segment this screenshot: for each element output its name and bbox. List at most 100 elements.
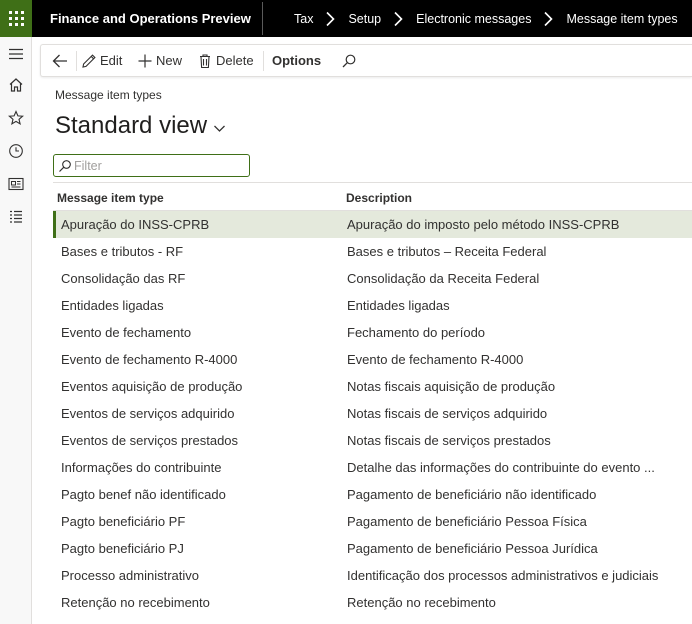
clock-icon (9, 144, 23, 158)
cell-message-item-type: Apuração do INSS-CPRB (61, 217, 210, 232)
message-item-types-grid: Message item type Description Apuração d… (53, 182, 692, 616)
cell-message-item-type: Retenção no recebimento (61, 595, 210, 610)
cell-description: Notas fiscais de serviços prestados (347, 433, 551, 448)
modules-button[interactable] (4, 205, 28, 229)
table-row[interactable]: Eventos de serviços adquirido Notas fisca… (53, 400, 692, 427)
table-row[interactable]: Processo administrativo Identificação dos… (53, 562, 692, 589)
filter-box (53, 154, 250, 177)
hamburger-menu-button[interactable] (4, 42, 28, 66)
favorites-button[interactable] (4, 106, 28, 130)
cell-description: Fechamento do período (347, 325, 486, 340)
new-label: New (156, 53, 183, 68)
action-divider (263, 51, 264, 71)
cell-message-item-type: Consolidação das RF (61, 271, 186, 286)
breadcrumb: Tax Setup Electronic messages Message it… (294, 0, 678, 37)
table-row[interactable]: Eventos de serviços prestados Notas fisca… (53, 427, 692, 454)
home-button[interactable] (4, 73, 28, 97)
chevron-right-icon (394, 11, 403, 26)
table-row[interactable]: Pagto beneficiário PJ Pagamento de benefi… (53, 535, 692, 562)
cell-description: Retenção no recebimento (347, 595, 496, 610)
list-icon (10, 210, 22, 223)
delete-button[interactable]: Delete (197, 45, 254, 76)
pencil-icon (82, 53, 96, 68)
filter-input[interactable] (74, 157, 246, 175)
table-row[interactable]: Pagto beneficiário PF Pagamento de benefi… (53, 508, 692, 535)
search-icon (59, 160, 71, 172)
options-tab[interactable]: Options (272, 45, 321, 76)
table-row[interactable]: Entidades ligadas Entidades ligadas (53, 292, 692, 319)
grid-header: Message item type Description (53, 182, 692, 211)
cell-message-item-type: Pagto benef não identificado (61, 487, 226, 502)
cell-message-item-type: Bases e tributos - RF (61, 244, 184, 259)
table-row[interactable]: Informações do contribuinte Detalhe das i… (53, 454, 692, 481)
new-button[interactable]: New (137, 45, 182, 76)
trash-icon (200, 53, 210, 68)
table-row[interactable]: Evento de fechamento Fechamento do períod… (53, 319, 692, 346)
search-button[interactable] (341, 45, 360, 76)
cell-description: Detalhe das informações do contribuinte … (347, 460, 655, 475)
cell-description: Pagamento de beneficiário Pessoa Jurídic… (347, 541, 598, 556)
app-title[interactable]: Finance and Operations Preview (50, 0, 251, 37)
hamburger-icon (9, 48, 23, 60)
chevron-down-icon (214, 125, 226, 132)
table-row[interactable]: Pagto benef não identificado Pagamento de… (53, 481, 692, 508)
cell-message-item-type: Eventos de serviços prestados (61, 433, 239, 448)
chevron-right-icon (326, 11, 336, 26)
cell-description: Notas fiscais de serviços adquirido (347, 406, 548, 421)
edit-button[interactable]: Edit (81, 45, 122, 76)
cell-description: Evento de fechamento R-4000 (347, 352, 524, 367)
table-row[interactable]: Evento de fechamento R-4000 Evento de fec… (53, 346, 692, 373)
cell-description: Consolidação da Receita Federal (347, 271, 540, 286)
delete-label: Delete (216, 53, 254, 68)
breadcrumb-setup[interactable]: Setup (348, 12, 381, 26)
cell-message-item-type: Processo administrativo (61, 568, 199, 583)
recent-button[interactable] (4, 139, 28, 163)
back-button[interactable] (51, 45, 72, 76)
page-caption: Message item types (55, 88, 162, 102)
search-icon (342, 54, 356, 67)
column-header-description[interactable]: Description (346, 191, 412, 205)
waffle-icon (8, 11, 24, 26)
home-icon (9, 78, 23, 92)
column-header-message-item-type[interactable]: Message item type (57, 191, 164, 205)
table-row[interactable]: Retenção no recebimento Retenção no receb… (53, 589, 692, 616)
cell-description: Pagamento de beneficiário não identifica… (347, 487, 597, 502)
cell-message-item-type: Pagto beneficiário PJ (61, 541, 184, 556)
view-name: Standard view (55, 112, 208, 139)
back-arrow-icon (52, 54, 67, 67)
topbar-divider (262, 2, 263, 35)
cell-message-item-type: Pagto beneficiário PF (61, 514, 186, 529)
cell-message-item-type: Evento de fechamento R-4000 (61, 352, 238, 367)
navigation-rail (0, 37, 32, 624)
breadcrumb-message-item-types[interactable]: Message item types (566, 12, 677, 26)
view-selector[interactable]: Standard view (55, 112, 226, 140)
cell-description: Apuração do imposto pelo método INSS-CPR… (347, 217, 620, 232)
app-launcher-button[interactable] (0, 0, 32, 37)
cell-message-item-type: Eventos aquisição de produção (61, 379, 243, 394)
table-row[interactable]: Consolidação das RF Consolidação da Recei… (53, 265, 692, 292)
cell-description: Notas fiscais aquisição de produção (347, 379, 556, 394)
breadcrumb-electronic-messages[interactable]: Electronic messages (416, 12, 531, 26)
cell-description: Pagamento de beneficiário Pessoa Física (347, 514, 587, 529)
cell-description: Entidades ligadas (347, 298, 450, 313)
action-divider (76, 51, 77, 71)
table-row[interactable]: Bases e tributos - RF Bases e tributos – … (53, 238, 692, 265)
cell-description: Bases e tributos – Receita Federal (347, 244, 547, 259)
grid-body: Apuração do INSS-CPRB Apuração do imposto… (53, 211, 692, 616)
chevron-right-icon (544, 11, 554, 26)
star-icon (8, 110, 24, 126)
workspace-icon (8, 177, 24, 191)
workspaces-button[interactable] (4, 172, 28, 196)
action-pane: Edit New Delete Options (40, 44, 692, 77)
cell-message-item-type: Entidades ligadas (61, 298, 164, 313)
breadcrumb-tax[interactable]: Tax (294, 12, 313, 26)
cell-message-item-type: Informações do contribuinte (61, 460, 222, 475)
cell-message-item-type: Eventos de serviços adquirido (61, 406, 235, 421)
cell-message-item-type: Evento de fechamento (61, 325, 192, 340)
plus-icon (138, 54, 152, 67)
table-row[interactable]: Eventos aquisição de produção Notas fisca… (53, 373, 692, 400)
edit-label: Edit (100, 53, 123, 68)
top-bar: Finance and Operations Preview Tax Setup… (0, 0, 692, 37)
cell-description: Identificação dos processos administrati… (347, 568, 659, 583)
table-row[interactable]: Apuração do INSS-CPRB Apuração do imposto… (53, 211, 692, 238)
